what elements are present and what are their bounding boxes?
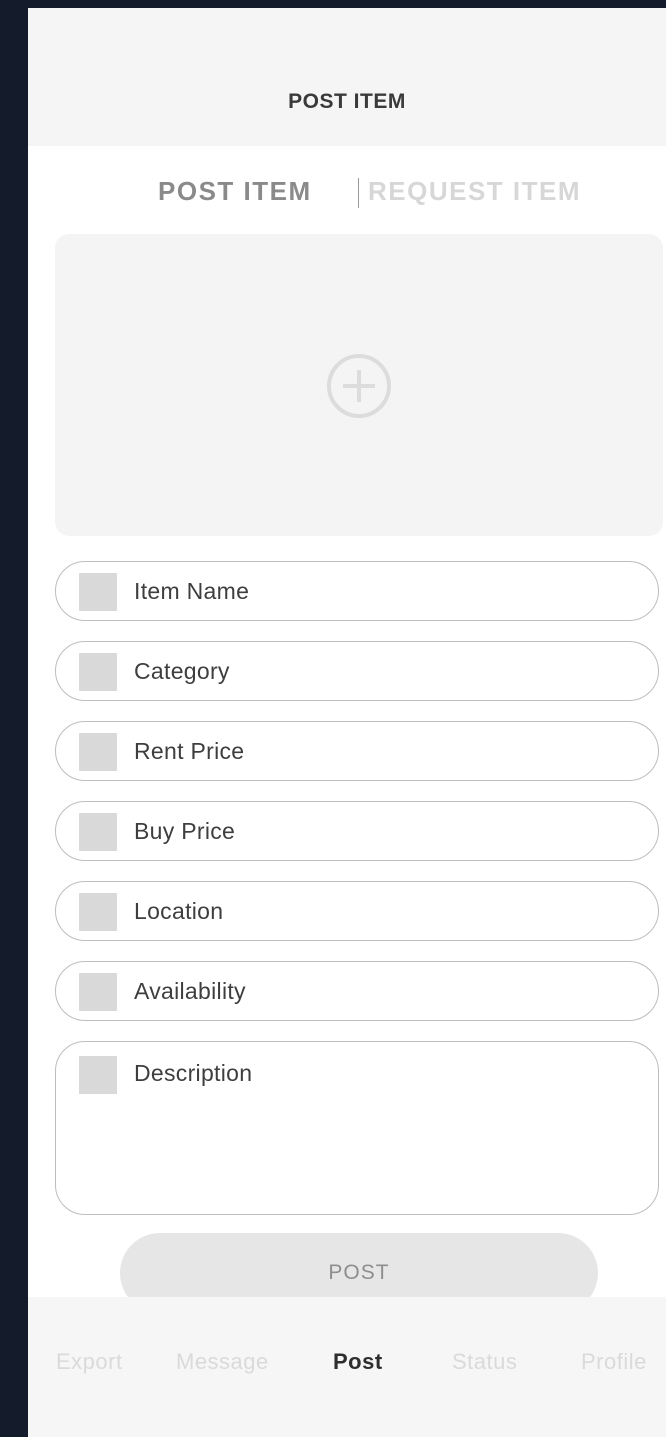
rent-price-field[interactable]: Rent Price <box>55 721 659 781</box>
field-icon-placeholder <box>79 733 117 771</box>
segmented-control: POST ITEM REQUEST ITEM <box>28 176 666 212</box>
field-icon-placeholder <box>79 1056 117 1094</box>
description-textarea[interactable]: Description <box>55 1041 659 1215</box>
tab-profile[interactable]: Profile <box>581 1349 647 1375</box>
tab-status[interactable]: Status <box>452 1349 517 1375</box>
item-name-field[interactable]: Item Name <box>55 561 659 621</box>
page-title: POST ITEM <box>288 90 406 113</box>
tab-post[interactable]: Post <box>333 1349 383 1375</box>
field-icon-placeholder <box>79 893 117 931</box>
buy-price-field[interactable]: Buy Price <box>55 801 659 861</box>
photo-upload-area[interactable] <box>55 234 663 536</box>
field-icon-placeholder <box>79 813 117 851</box>
navigation-bar: POST ITEM <box>28 8 666 146</box>
category-field[interactable]: Category <box>55 641 659 701</box>
segment-post-item[interactable]: POST ITEM <box>158 176 312 207</box>
field-placeholder: Rent Price <box>134 738 245 764</box>
field-placeholder: Availability <box>134 978 246 1004</box>
add-circle-icon <box>327 354 391 418</box>
field-icon-placeholder <box>79 573 117 611</box>
tab-export[interactable]: Export <box>56 1349 123 1375</box>
tab-message[interactable]: Message <box>176 1349 269 1375</box>
field-placeholder: Description <box>134 1060 253 1086</box>
location-field[interactable]: Location <box>55 881 659 941</box>
app-screen: POST ITEM POST ITEM REQUEST ITEM Item Na… <box>28 8 666 1437</box>
segment-request-item[interactable]: REQUEST ITEM <box>368 176 581 207</box>
field-placeholder: Category <box>134 658 230 684</box>
field-icon-placeholder <box>79 973 117 1011</box>
segment-divider <box>358 178 359 208</box>
field-placeholder: Item Name <box>134 578 250 604</box>
field-placeholder: Buy Price <box>134 818 236 844</box>
field-icon-placeholder <box>79 653 117 691</box>
availability-field[interactable]: Availability <box>55 961 659 1021</box>
field-placeholder: Location <box>134 898 224 924</box>
tab-bar: Export Message Post Status Profile <box>28 1297 666 1437</box>
